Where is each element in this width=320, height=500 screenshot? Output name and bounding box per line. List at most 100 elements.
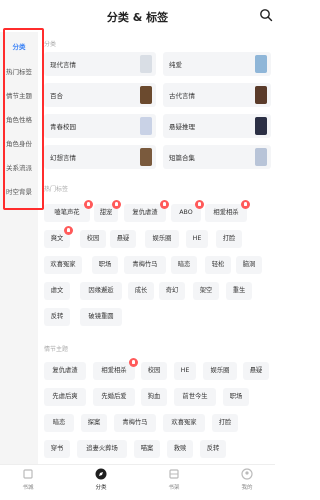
tag-chip[interactable]: 复仇虐渣 — [44, 362, 86, 380]
tag-chip[interactable]: 前世今生 — [174, 388, 216, 406]
tag-chip[interactable]: 青梅竹马 — [114, 414, 156, 432]
tag-label: 狗血 — [147, 393, 161, 400]
category-card[interactable]: 现代言情 — [44, 52, 156, 76]
sidebar-item-personality[interactable]: 角色性格 — [0, 114, 38, 124]
tag-chip[interactable]: 狗血 — [141, 388, 167, 406]
tag-chip[interactable]: 青梅竹马 — [124, 256, 166, 274]
nav-item-profile[interactable]: 我的 — [227, 468, 267, 491]
tag-chip[interactable]: ABO — [171, 200, 204, 222]
tag-label: 打脸 — [222, 235, 236, 242]
tag-chip[interactable]: 甜宠 — [94, 200, 121, 222]
tag-chip[interactable]: 先婚后爱 — [93, 388, 135, 406]
tag-chip[interactable]: 相爱相杀 — [205, 200, 250, 222]
tag-chip[interactable]: 奇幻 — [159, 282, 185, 300]
tag-chip[interactable]: 先虐后爽 — [44, 388, 86, 406]
tag-label: 青梅竹马 — [122, 419, 148, 426]
sidebar-item-plot[interactable]: 情节主题 — [0, 90, 38, 100]
tag-chip[interactable]: 职场 — [92, 256, 118, 274]
sidebar-item-relationship[interactable]: 关系流派 — [0, 162, 38, 172]
category-label: 现代言情 — [50, 61, 76, 69]
tag-chip[interactable]: 相爱相杀 — [93, 358, 138, 380]
hot-badge-icon — [129, 358, 138, 367]
tag-label: 复仇虐渣 — [132, 209, 158, 216]
nav-item-bookstore[interactable]: 书城 — [8, 468, 48, 491]
tag-chip[interactable]: 欢喜冤家 — [44, 256, 82, 274]
tag-label: 欢喜冤家 — [171, 419, 197, 426]
tag-chip[interactable]: 重生 — [226, 282, 252, 300]
tag-chip[interactable]: 打脸 — [212, 414, 238, 432]
tag-chip[interactable]: 追妻火葬场 — [77, 440, 127, 458]
tag-label: 复仇虐渣 — [52, 367, 78, 374]
sidebar-item-category[interactable]: 分类 — [0, 41, 38, 51]
tag-chip[interactable]: 脑洞 — [236, 256, 262, 274]
category-card[interactable]: 悬疑推理 — [163, 114, 271, 138]
tag-label: 欢喜冤家 — [50, 261, 76, 268]
tag-chip[interactable]: 喵案 — [134, 440, 160, 458]
tag-chip[interactable]: HE — [174, 362, 196, 380]
category-card[interactable]: 短篇合集 — [163, 145, 271, 169]
nav-label: 书架 — [168, 485, 180, 491]
search-icon[interactable] — [259, 8, 273, 22]
tag-chip[interactable]: 欢喜冤家 — [163, 414, 205, 432]
tag-chip[interactable]: 反转 — [44, 308, 70, 326]
tag-label: 探案 — [87, 419, 101, 426]
tag-label: 暗恋 — [52, 419, 66, 426]
tag-chip[interactable]: 救赎 — [167, 440, 193, 458]
tag-chip[interactable]: 职场 — [223, 388, 249, 406]
tag-label: 爽文 — [50, 235, 64, 242]
tag-chip[interactable]: 暗恋 — [171, 256, 197, 274]
tag-chip[interactable]: 破镜重圆 — [80, 308, 122, 326]
sidebar-item-hot-tags[interactable]: 热门标签 — [0, 66, 38, 76]
category-thumb — [140, 117, 152, 135]
sidebar-item-identity[interactable]: 角色身份 — [0, 138, 38, 148]
tag-chip[interactable]: 轻松 — [205, 256, 231, 274]
tag-label: 打脸 — [218, 419, 232, 426]
tag-label: 破镜重圆 — [88, 313, 114, 320]
tag-label: 因缘邂逅 — [88, 287, 114, 294]
tag-chip[interactable]: 嗑笔声花 — [44, 200, 93, 222]
section-title-plot: 情节主题 — [44, 346, 69, 353]
category-card[interactable]: 古代言情 — [163, 83, 271, 107]
tag-label: 相爱相杀 — [213, 209, 239, 216]
section-title-hot-tags: 热门标签 — [44, 186, 69, 193]
tag-chip[interactable]: 架空 — [193, 282, 219, 300]
sidebar-item-setting[interactable]: 时空背景 — [0, 186, 38, 196]
book-icon — [23, 469, 33, 479]
category-card[interactable]: 青春校园 — [44, 114, 156, 138]
tag-chip[interactable]: 暗恋 — [44, 414, 74, 432]
category-thumb — [140, 86, 152, 104]
tag-chip[interactable]: 反转 — [200, 440, 226, 458]
tag-chip[interactable]: 因缘邂逅 — [80, 282, 122, 300]
category-label: 短篇合集 — [169, 154, 195, 162]
tag-chip[interactable]: 探案 — [81, 414, 107, 432]
compass-icon — [95, 468, 107, 480]
nav-item-category[interactable]: 分类 — [81, 468, 121, 491]
category-label: 百合 — [50, 92, 63, 100]
tag-chip[interactable]: 悬疑 — [110, 230, 136, 248]
bottom-navigation: 书城 分类 书架 我的 — [0, 464, 275, 500]
tag-chip[interactable]: HE — [186, 230, 208, 248]
category-card[interactable]: 幻想言情 — [44, 145, 156, 169]
category-sidebar: 分类 热门标签 情节主题 角色性格 角色身份 关系流派 时空背景 — [0, 32, 38, 464]
tag-chip[interactable]: 爽文 — [44, 226, 73, 248]
tag-chip[interactable]: 娱乐圈 — [145, 230, 179, 248]
tag-chip[interactable]: 校园 — [80, 230, 106, 248]
tag-chip[interactable]: 打脸 — [216, 230, 242, 248]
tag-chip[interactable]: 悬疑 — [243, 362, 269, 380]
tag-chip[interactable]: 穿书 — [44, 440, 70, 458]
category-card[interactable]: 百合 — [44, 83, 156, 107]
category-label: 青春校园 — [50, 123, 76, 131]
tag-chip[interactable]: 复仇虐渣 — [124, 200, 169, 222]
hot-badge-icon — [195, 200, 204, 209]
nav-item-shelf[interactable]: 书架 — [154, 468, 194, 491]
tag-label: 娱乐圈 — [152, 235, 172, 242]
top-header: 分类 & 标签 — [0, 0, 275, 32]
tag-chip[interactable]: 娱乐圈 — [203, 362, 237, 380]
tag-label: 穿书 — [50, 445, 64, 452]
tag-label: ABO — [179, 209, 193, 216]
tag-chip[interactable]: 虐文 — [44, 282, 70, 300]
category-card[interactable]: 纯爱 — [163, 52, 271, 76]
shelf-icon — [169, 469, 179, 479]
tag-chip[interactable]: 成长 — [128, 282, 154, 300]
tag-chip[interactable]: 校园 — [141, 362, 167, 380]
